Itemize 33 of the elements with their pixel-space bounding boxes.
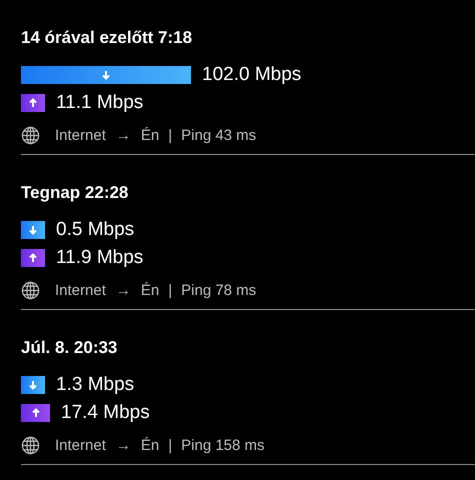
source-label: Internet [55, 126, 106, 144]
speed-value: 11.9 Mbps [56, 247, 144, 269]
arrow-glyph: → [116, 282, 131, 298]
globe-icon [21, 126, 40, 144]
arrow-glyph: → [116, 126, 131, 144]
ping-value: Ping 158 ms [181, 436, 265, 454]
separator: | [168, 282, 172, 298]
destination-label: Én [140, 436, 160, 454]
speed-value: 11.1 Mbps [56, 92, 144, 114]
test-time: Júl. 8. 20:33 [21, 337, 118, 359]
ping-value: Ping 43 ms [181, 126, 256, 144]
speed-value: 17.4 Mbps [61, 402, 150, 424]
ping-value: Ping 78 ms [181, 282, 256, 298]
speed-value: 102.0 Mbps [202, 64, 302, 86]
speed-value: 0.5 Mbps [56, 219, 134, 241]
up-arrow-icon [28, 253, 38, 263]
destination-label: Én [140, 126, 160, 144]
source-label: Internet [55, 282, 106, 298]
separator: | [168, 126, 172, 144]
globe-icon [21, 280, 40, 300]
globe-icon [21, 436, 40, 454]
down-arrow-icon [28, 380, 38, 390]
down-arrow-icon [101, 70, 111, 80]
up-arrow-icon [28, 98, 38, 108]
source-label: Internet [55, 436, 106, 454]
speed-value: 1.3 Mbps [56, 374, 134, 396]
separator: | [168, 436, 172, 454]
test-time: Tegnap 22:28 [21, 182, 130, 204]
up-arrow-icon [30, 408, 40, 418]
arrow-glyph: → [116, 436, 131, 454]
destination-label: Én [140, 282, 160, 298]
test-time: 14 órával ezelőtt 7:18 [21, 27, 194, 49]
down-arrow-icon [28, 225, 38, 235]
